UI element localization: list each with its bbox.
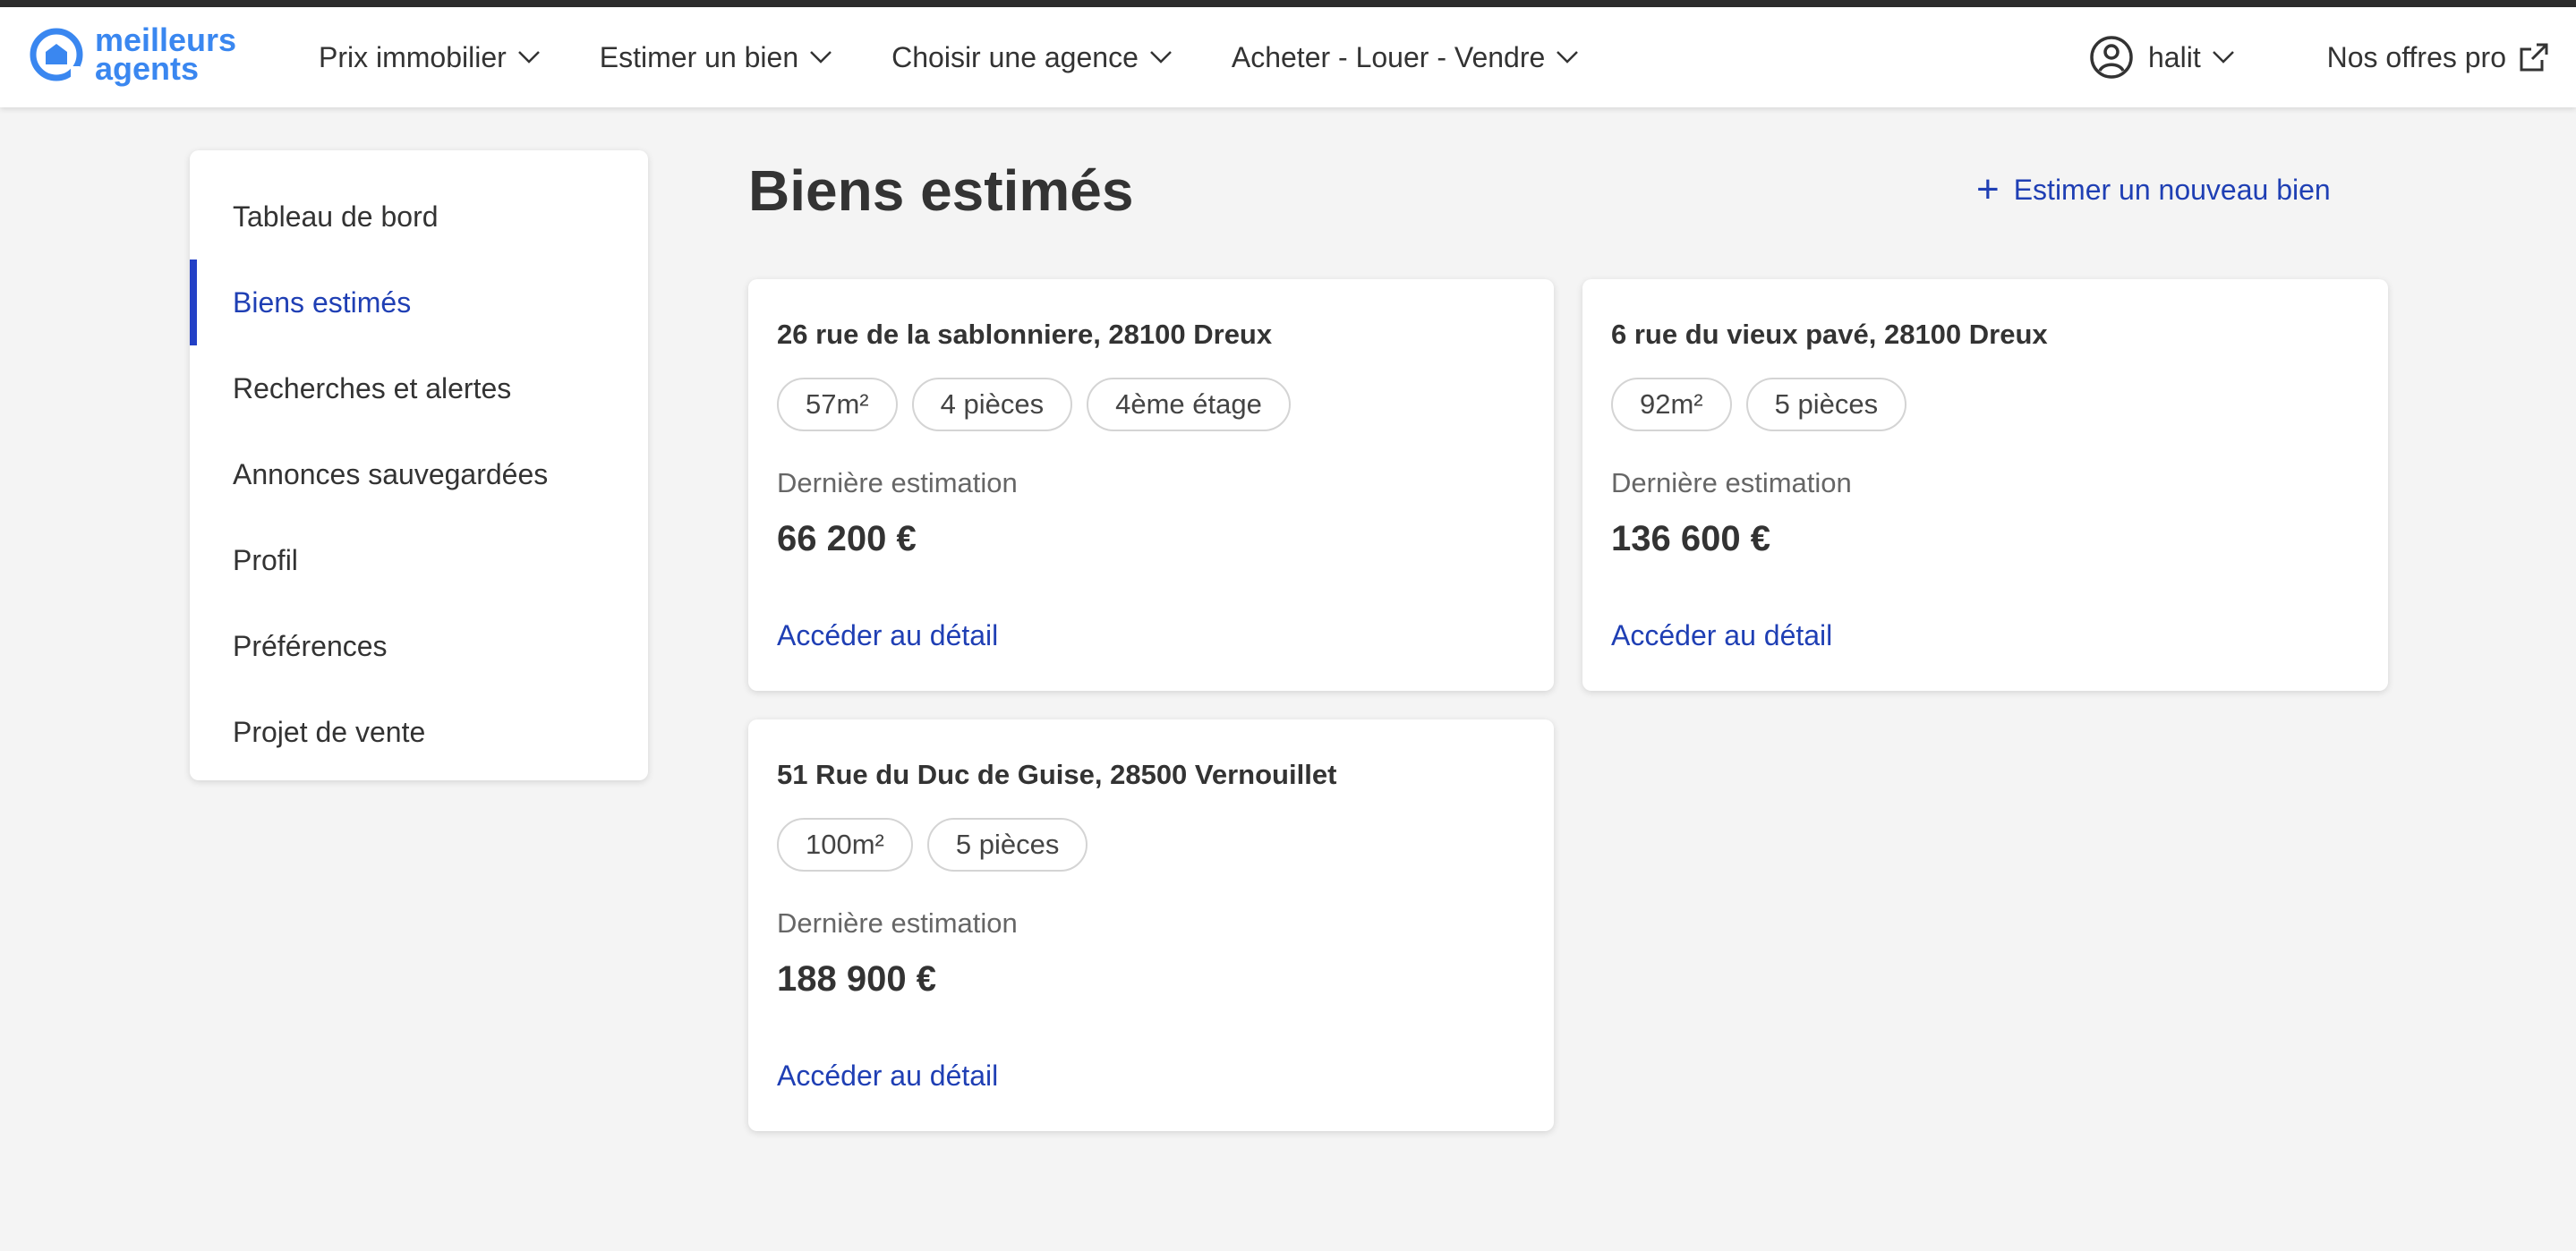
sidebar-item-label: Tableau de bord: [233, 200, 439, 233]
top-strip: [0, 0, 2576, 7]
property-address: 6 rue du vieux pavé, 28100 Dreux: [1611, 319, 2048, 350]
nav-choisir-une-agence[interactable]: Choisir une agence: [891, 41, 1173, 74]
property-address: 51 Rue du Duc de Guise, 28500 Vernouille…: [777, 759, 1337, 790]
user-avatar-icon: [2090, 36, 2133, 79]
estimation-value: 66 200 €: [777, 519, 917, 558]
nav-label: Prix immobilier: [319, 40, 507, 73]
logo-text: meilleurs agents: [95, 24, 236, 87]
property-tag: 4ème étage: [1087, 378, 1291, 431]
chevron-down-icon: [517, 51, 540, 64]
property-card: 26 rue de la sablonniere, 28100 Dreux 57…: [748, 279, 1554, 691]
plus-icon: +: [1976, 167, 2000, 211]
logo[interactable]: meilleurs agents: [27, 24, 236, 87]
sidebar-item-label: Préférences: [233, 629, 388, 662]
chevron-down-icon: [810, 51, 832, 64]
estimate-new-property-button[interactable]: + Estimer un nouveau bien: [1976, 170, 2331, 209]
sidebar-item-projet-de-vente[interactable]: Projet de vente: [190, 689, 648, 775]
property-tags: 92m² 5 pièces: [1611, 378, 1921, 431]
property-address: 26 rue de la sablonniere, 28100 Dreux: [777, 319, 1273, 350]
sidebar-item-label: Profil: [233, 543, 298, 576]
estimation-value: 136 600 €: [1611, 519, 1770, 558]
property-tag: 4 pièces: [911, 378, 1073, 431]
pro-offers-link[interactable]: Nos offres pro: [2327, 7, 2549, 107]
property-tag: 5 pièces: [926, 818, 1088, 872]
property-tags: 100m² 5 pièces: [777, 818, 1102, 872]
pro-offers-label: Nos offres pro: [2326, 40, 2506, 73]
main-nav: Prix immobilier Estimer un bien Choisir …: [319, 7, 1638, 107]
account-sidebar: Tableau de bord Biens estimés Recherches…: [190, 150, 648, 780]
estimation-label: Dernière estimation: [777, 467, 1018, 498]
property-tag: 92m²: [1611, 378, 1732, 431]
property-tag: 5 pièces: [1745, 378, 1907, 431]
detail-link[interactable]: Accéder au détail: [777, 1060, 998, 1093]
nav-acheter-louer-vendre[interactable]: Acheter - Louer - Vendre: [1232, 41, 1579, 74]
nav-prix-immobilier[interactable]: Prix immobilier: [319, 41, 541, 74]
sidebar-item-label: Projet de vente: [233, 715, 426, 748]
sidebar-item-tableau-de-bord[interactable]: Tableau de bord: [190, 174, 648, 260]
estimate-new-property-label: Estimer un nouveau bien: [2013, 173, 2331, 206]
user-name: halit: [2148, 40, 2201, 73]
nav-label: Acheter - Louer - Vendre: [1231, 40, 1546, 73]
chevron-down-icon: [1557, 51, 1579, 64]
chevron-down-icon: [1149, 51, 1172, 64]
detail-link[interactable]: Accéder au détail: [777, 619, 998, 652]
site-header: meilleurs agents Prix immobilier Estimer…: [0, 7, 2576, 107]
sidebar-item-preferences[interactable]: Préférences: [190, 603, 648, 689]
nav-estimer-un-bien[interactable]: Estimer un bien: [600, 41, 832, 74]
logo-house-icon: [30, 28, 83, 81]
external-link-icon: [2520, 43, 2548, 72]
nav-label: Choisir une agence: [891, 40, 1139, 73]
property-tags: 57m² 4 pièces 4ème étage: [777, 378, 1305, 431]
estimation-value: 188 900 €: [777, 959, 936, 999]
nav-label: Estimer un bien: [599, 40, 799, 73]
sidebar-item-label: Biens estimés: [233, 285, 412, 319]
page-title: Biens estimés: [748, 158, 1134, 223]
detail-link[interactable]: Accéder au détail: [1611, 619, 1832, 652]
sidebar-item-biens-estimes[interactable]: Biens estimés: [190, 260, 648, 345]
property-card: 6 rue du vieux pavé, 28100 Dreux 92m² 5 …: [1582, 279, 2388, 691]
sidebar-item-recherches-et-alertes[interactable]: Recherches et alertes: [190, 345, 648, 431]
user-menu[interactable]: halit: [2089, 7, 2235, 107]
property-tag: 57m²: [777, 378, 898, 431]
estimation-label: Dernière estimation: [777, 907, 1018, 939]
sidebar-item-profil[interactable]: Profil: [190, 517, 648, 603]
sidebar-item-annonces-sauvegardees[interactable]: Annonces sauvegardées: [190, 431, 648, 517]
chevron-down-icon: [2212, 51, 2234, 64]
property-card: 51 Rue du Duc de Guise, 28500 Vernouille…: [748, 719, 1554, 1131]
sidebar-item-label: Recherches et alertes: [233, 371, 512, 404]
logo-line2: agents: [95, 50, 200, 87]
property-tag: 100m²: [777, 818, 913, 872]
sidebar-item-label: Annonces sauvegardées: [233, 457, 549, 490]
estimation-label: Dernière estimation: [1611, 467, 1852, 498]
